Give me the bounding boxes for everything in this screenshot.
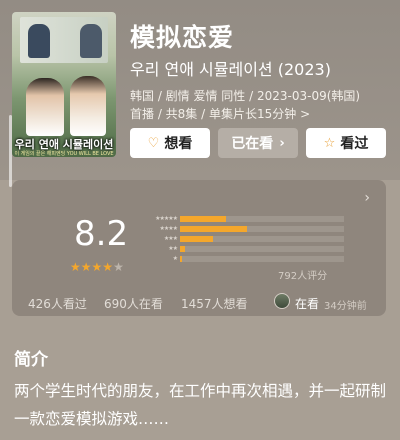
rating-bar-fill: [180, 225, 248, 232]
rating-bar-fill: [180, 255, 182, 262]
rating-score: 8.2: [74, 214, 129, 254]
rating-bar-track: [180, 255, 344, 262]
rating-bar-fill: [180, 215, 226, 222]
rating-bar-track: [180, 225, 344, 232]
star-icon: ★: [70, 260, 81, 274]
intro-text[interactable]: 两个学生时代的朋友，在工作中再次相遇，并一起研制一款恋爱模拟游戏……: [14, 377, 390, 433]
rating-bar-label: ★★★★★: [155, 215, 178, 222]
rating-bar-row: ★★★: [144, 234, 344, 243]
poster-figure-right: [80, 24, 102, 58]
want-to-watch-button[interactable]: ♡ 想看: [130, 128, 210, 158]
star-icon: ★: [113, 260, 124, 274]
star-icon: ★: [102, 260, 114, 274]
friend-avatar[interactable]: [274, 293, 290, 309]
rating-bar-track: [180, 215, 344, 222]
poster-caption: 우리 연애 시뮬레이션: [14, 138, 114, 151]
poster-image[interactable]: 우리 연애 시뮬레이션 이 게임의 끝은 해피엔딩 YOU WILL BE LO…: [12, 12, 116, 157]
original-title: 우리 연애 시뮬레이션 (2023): [130, 60, 331, 79]
rating-bar-fill: [180, 245, 185, 252]
intro-heading: 简介: [14, 350, 48, 370]
poster-actor-right: [70, 76, 106, 136]
star-icon: ★: [80, 260, 92, 274]
rating-bar-label: ★: [172, 255, 178, 262]
meta-info-line1: 韩国 / 剧情 爱情 同性 / 2023-03-09(韩国): [130, 89, 361, 103]
rating-stars: ★★★★★: [70, 260, 124, 274]
watching-label: 已在看: [231, 136, 274, 152]
chevron-right-icon: ›: [279, 135, 285, 151]
chevron-right-icon: ›: [364, 190, 370, 206]
rating-bar-fill: [180, 235, 213, 242]
rating-bar-track: [180, 245, 344, 252]
watched-label: 看过: [340, 136, 369, 152]
star-icon: ★: [91, 260, 103, 274]
friend-time: 34分钟前: [324, 301, 367, 312]
watched-count[interactable]: 426人看过: [28, 295, 87, 312]
meta-info-line2[interactable]: 首播 / 共8集 / 单集片长15分钟 >: [130, 105, 310, 122]
rating-bar-row: ★: [144, 254, 344, 263]
want-label: 想看: [164, 136, 193, 152]
poster-figure-left: [28, 24, 50, 58]
scroll-indicator: [9, 115, 12, 187]
rating-bar-label: ★★: [168, 245, 178, 252]
want-count[interactable]: 1457人想看: [181, 295, 248, 312]
heart-plus-icon: ♡: [147, 135, 160, 151]
watched-button[interactable]: ☆ 看过: [306, 128, 386, 158]
poster-subtitle: 이 게임의 끝은 해피엔딩 YOU WILL BE LOVE: [14, 151, 114, 157]
friend-status: 在看: [295, 297, 320, 311]
rating-distribution: ★★★★★ ★★★★ ★★★ ★★ ★: [144, 214, 344, 264]
star-icon: ☆: [323, 135, 336, 151]
rating-bar-label: ★★★★: [159, 225, 178, 232]
rating-count: 792人评分: [278, 271, 328, 282]
rating-bar-row: ★★★★: [144, 224, 344, 233]
rating-bar-track: [180, 235, 344, 242]
show-title: 模拟恋爱: [130, 23, 235, 52]
watching-button[interactable]: 已在看 ›: [218, 128, 298, 158]
rating-bar-row: ★★★★★: [144, 214, 344, 223]
watching-count[interactable]: 690人在看: [104, 295, 163, 312]
rating-bar-row: ★★: [144, 244, 344, 253]
rating-bar-label: ★★★: [163, 235, 178, 242]
poster-actor-left: [26, 78, 64, 136]
